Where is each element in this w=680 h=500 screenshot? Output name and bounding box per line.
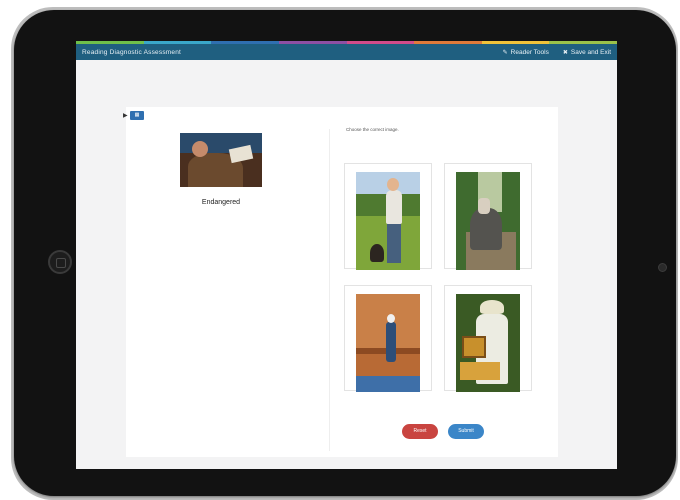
answer-choice-dig-site[interactable] (344, 285, 432, 392)
reader-tools-label: Reader Tools (510, 48, 549, 56)
answer-choice-beekeeper[interactable] (444, 285, 532, 392)
app-title: Reading Diagnostic Assessment (82, 48, 182, 56)
woman-with-dog-photo (356, 172, 420, 270)
elephant-photo (456, 172, 520, 270)
reader-tools-button[interactable]: ✎ Reader Tools (503, 49, 549, 56)
column-divider (329, 129, 330, 451)
assessment-card: ▶ ▦ Endangered Choose the correct image. (123, 107, 558, 457)
play-icon[interactable]: ▶ (123, 112, 128, 119)
pencil-icon: ✎ (502, 49, 508, 56)
app-header: Reading Diagnostic Assessment ✎ Reader T… (76, 44, 617, 60)
passage-title: Endangered (201, 199, 241, 206)
answer-choice-woman-with-dog[interactable] (344, 163, 432, 270)
camera (658, 263, 667, 272)
home-button[interactable] (48, 250, 72, 274)
submit-button[interactable]: Submit (448, 424, 484, 439)
question-nav-chip[interactable]: ▦ (130, 111, 144, 120)
beekeeper-photo (456, 294, 520, 392)
answer-choice-elephant[interactable] (444, 163, 532, 270)
close-icon: ✖ (562, 49, 568, 56)
save-exit-label: Save and Exit (570, 48, 611, 56)
app-screen: Reading Diagnostic Assessment ✎ Reader T… (76, 41, 617, 469)
reset-button[interactable]: Reset (402, 424, 438, 439)
dig-site-photo (356, 294, 420, 392)
question-instruction: Choose the correct image. (346, 127, 399, 132)
save-exit-button[interactable]: ✖ Save and Exit (563, 49, 611, 56)
color-stripe (76, 41, 617, 44)
passage-image (180, 133, 262, 187)
